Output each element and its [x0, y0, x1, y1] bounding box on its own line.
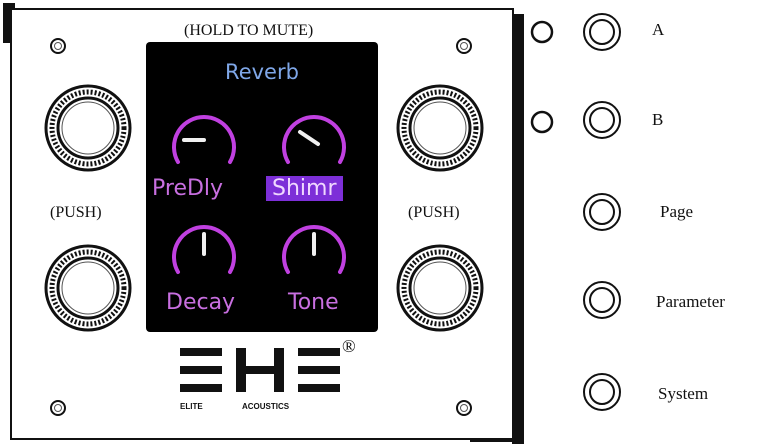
system-button[interactable] — [582, 372, 622, 412]
push-label-right: (PUSH) — [408, 204, 460, 221]
shimmer-dial-icon — [282, 115, 346, 164]
hold-to-mute-label: (HOLD TO MUTE) — [184, 22, 314, 39]
screw-icon — [50, 400, 66, 416]
led-a-icon — [530, 20, 554, 44]
push-label-left: (PUSH) — [50, 204, 102, 221]
button-a[interactable] — [582, 12, 622, 52]
param-decay[interactable]: Decay — [166, 290, 235, 315]
page-button-label: Page — [660, 202, 694, 221]
encoder-knob-top-right[interactable] — [396, 84, 484, 172]
logo-text-acoustics: ACOUSTICS — [242, 402, 290, 411]
screw-icon — [50, 38, 66, 54]
screw-icon — [456, 400, 472, 416]
screw-icon — [456, 38, 472, 54]
button-b[interactable] — [582, 100, 622, 140]
led-b-icon — [530, 110, 554, 134]
button-a-label: A — [652, 20, 665, 39]
encoder-knob-bottom-right[interactable] — [396, 244, 484, 332]
button-b-label: B — [652, 110, 664, 129]
decay-dial-icon — [172, 225, 236, 274]
param-tone[interactable]: Tone — [288, 290, 339, 315]
parameter-button-label: Parameter — [656, 292, 725, 311]
tone-dial-icon — [282, 225, 346, 274]
logo-text-elite: ELITE — [180, 402, 203, 411]
encoder-knob-bottom-left[interactable] — [44, 244, 132, 332]
system-button-label: System — [658, 384, 709, 403]
parameter-button[interactable] — [582, 280, 622, 320]
param-predly[interactable]: PreDly — [152, 176, 223, 201]
oled-display: Reverb PreDly Shimr Decay Tone — [146, 42, 378, 332]
page-button[interactable] — [582, 192, 622, 232]
registered-mark: ® — [342, 336, 356, 356]
effect-title: Reverb — [225, 60, 299, 84]
encoder-knob-top-left[interactable] — [44, 84, 132, 172]
predelay-dial-icon — [172, 115, 236, 164]
param-shimr-selected[interactable]: Shimr — [266, 176, 343, 201]
